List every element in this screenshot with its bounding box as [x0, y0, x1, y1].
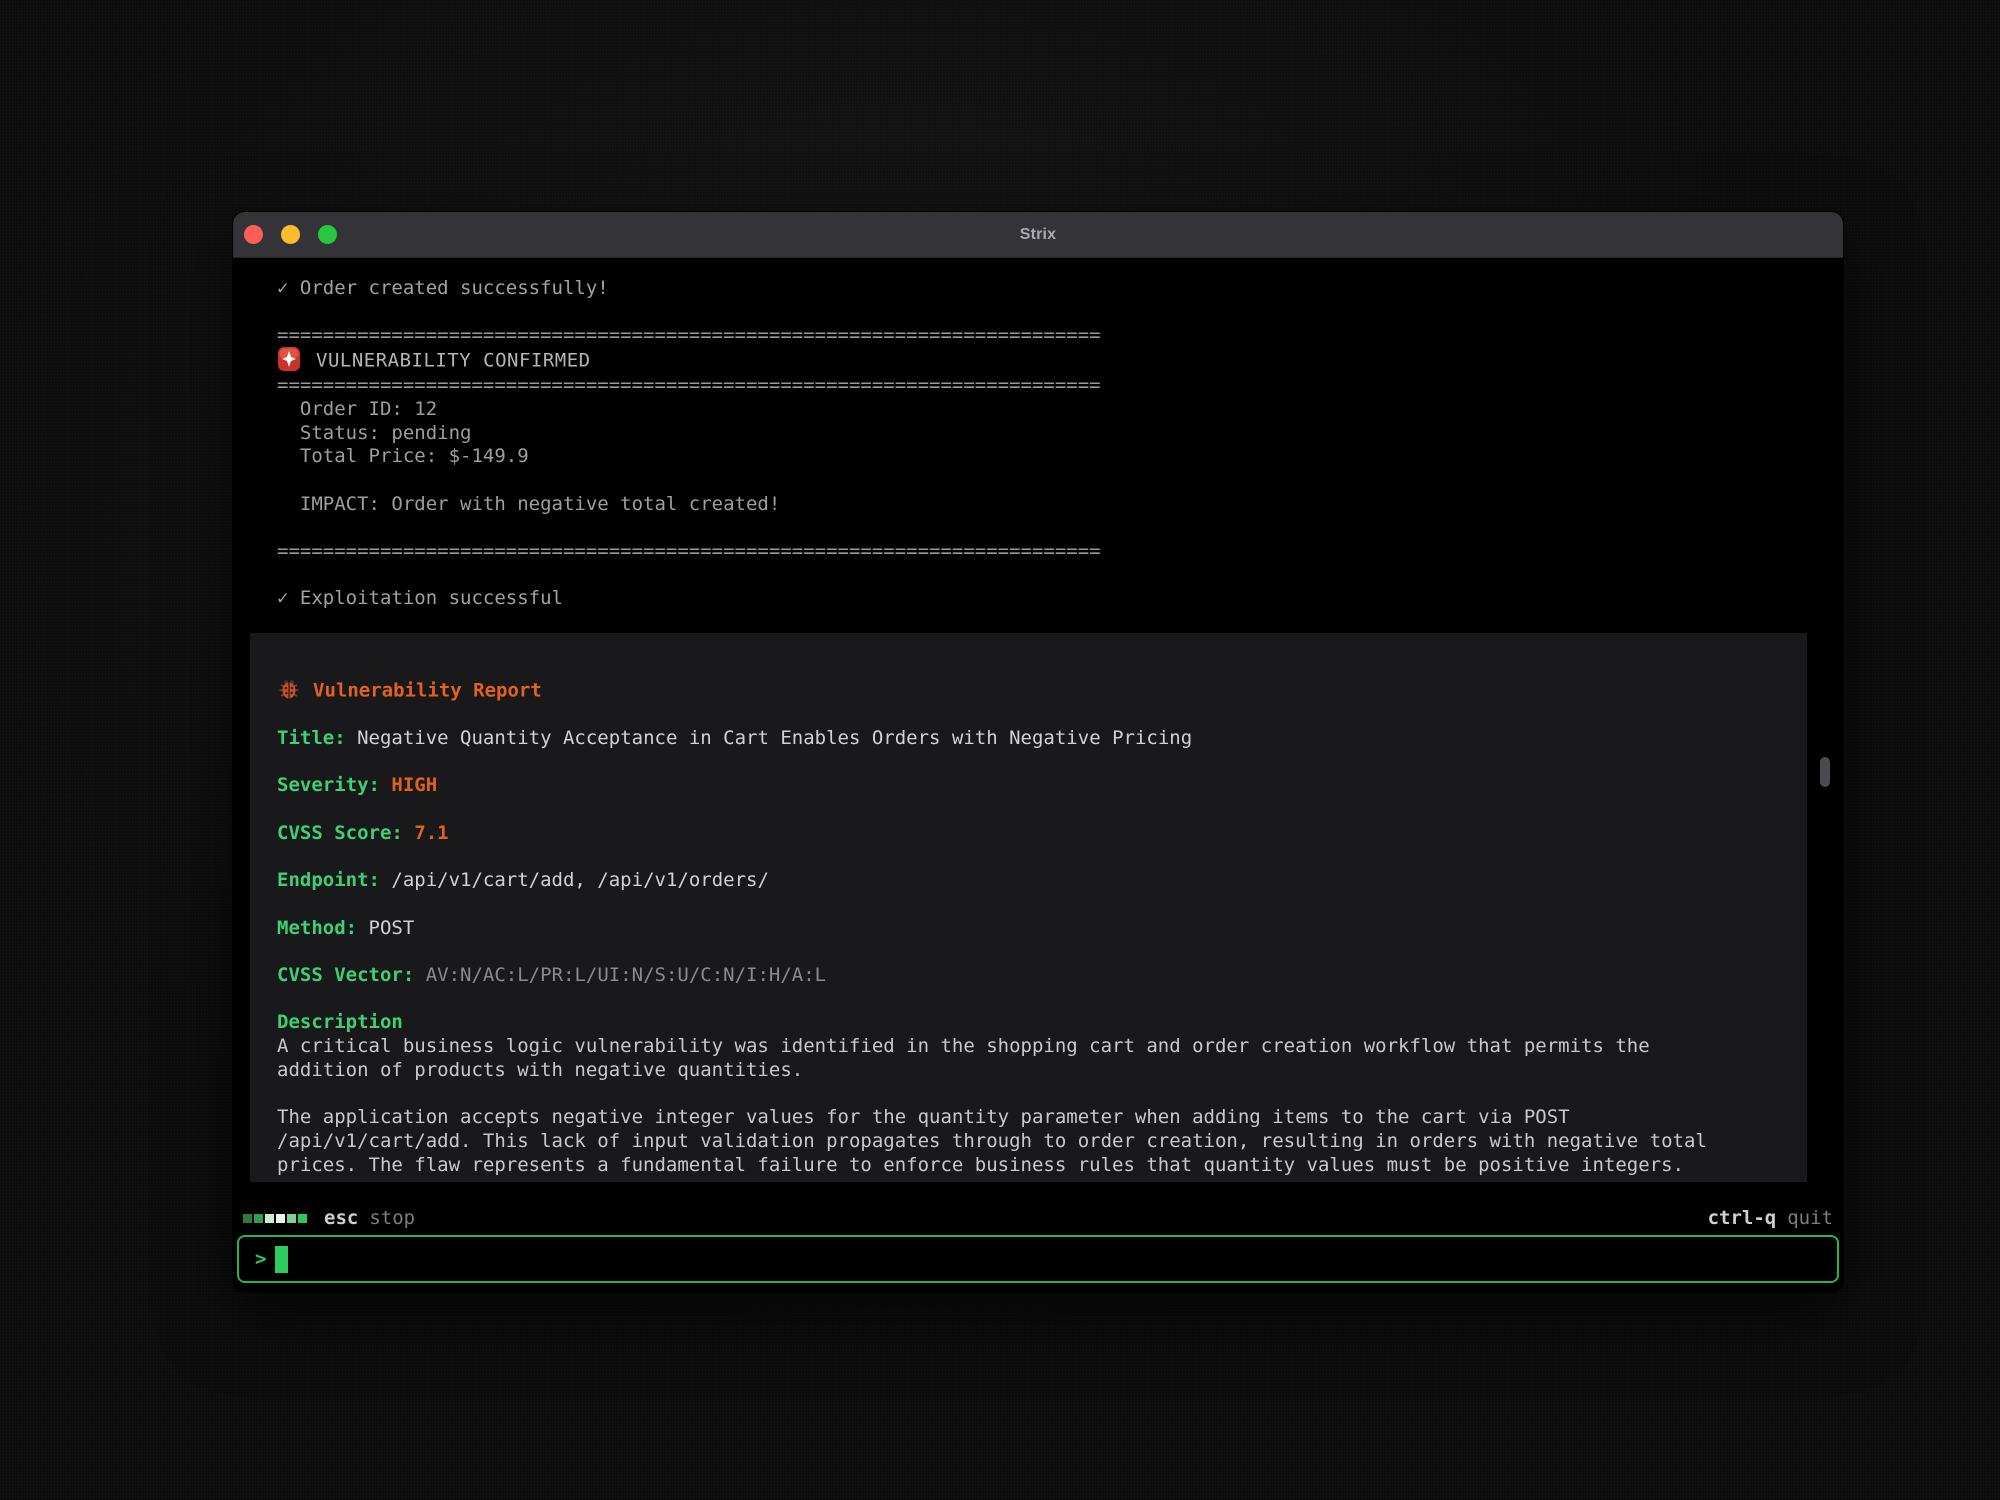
traffic-lights	[244, 225, 337, 244]
log-total-price: Total Price: $-149.9	[277, 445, 1843, 469]
zoom-button[interactable]	[318, 225, 337, 244]
spinner-block	[287, 1214, 296, 1223]
bug-icon	[277, 677, 301, 701]
spinner-block	[243, 1214, 252, 1223]
log-exploitation: ✓ Exploitation successful	[277, 587, 1843, 611]
vulnerability-report-panel: Vulnerability Report Title: Negative Qua…	[250, 633, 1807, 1182]
close-button[interactable]	[244, 225, 263, 244]
report-cvss-vector-row: CVSS Vector: AV:N/AC:L/PR:L/UI:N/S:U/C:N…	[277, 964, 1787, 988]
spinner-block	[298, 1214, 307, 1223]
report-severity-row: Severity: HIGH	[277, 774, 1787, 798]
prompt-symbol: >	[255, 1248, 266, 1270]
log-status: Status: pending	[277, 422, 1843, 446]
log-order-id: Order ID: 12	[277, 398, 1843, 422]
description-text: A critical business logic vulnerability …	[277, 1035, 1787, 1059]
report-title-row: Title: Negative Quantity Acceptance in C…	[277, 727, 1787, 751]
log-order-success: ✓ Order created successfully!	[277, 277, 1843, 301]
quit-key-hint: ctrl-q	[1708, 1207, 1777, 1229]
esc-key-hint: esc	[324, 1207, 358, 1229]
description-text: prices. The flaw represents a fundamenta…	[277, 1154, 1787, 1178]
spinner-block	[265, 1214, 274, 1223]
severity-badge: HIGH	[391, 774, 437, 796]
report-method-row: Method: POST	[277, 917, 1787, 941]
separator-line: ========================================…	[277, 324, 1843, 348]
spinner-block	[276, 1214, 285, 1223]
separator-line: ========================================…	[277, 374, 1843, 398]
description-text: /api/v1/cart/add. This lack of input val…	[277, 1130, 1787, 1154]
activity-spinner	[243, 1214, 307, 1223]
log-vuln-confirmed: VULNERABILITY CONFIRMED	[277, 348, 1843, 374]
description-text: The application accepts negative integer…	[277, 1106, 1787, 1130]
status-bar: esc stop ctrl-q quit	[233, 1204, 1843, 1232]
cvss-score-value: 7.1	[414, 822, 448, 844]
report-cvss-score-row: CVSS Score: 7.1	[277, 822, 1787, 846]
report-endpoint-row: Endpoint: /api/v1/cart/add, /api/v1/orde…	[277, 869, 1787, 893]
siren-icon	[277, 346, 301, 372]
scrollbar-thumb[interactable]	[1820, 757, 1830, 787]
report-description-header: Description	[277, 1011, 1787, 1035]
window-title: Strix	[1020, 226, 1057, 244]
separator-line: ========================================…	[277, 540, 1843, 564]
log-section: ✓ Order created successfully! ==========…	[233, 258, 1843, 611]
command-input[interactable]: >	[237, 1235, 1839, 1283]
log-impact: IMPACT: Order with negative total create…	[277, 493, 1843, 517]
quit-action-label: quit	[1787, 1207, 1833, 1229]
minimize-button[interactable]	[281, 225, 300, 244]
report-header: Vulnerability Report	[277, 679, 1787, 703]
description-text: addition of products with negative quant…	[277, 1059, 1787, 1083]
esc-action-label: stop	[369, 1207, 415, 1229]
terminal-window: Strix ✓ Order created successfully! ====…	[233, 212, 1843, 1292]
spinner-block	[254, 1214, 263, 1223]
text-cursor	[275, 1246, 288, 1273]
window-titlebar[interactable]: Strix	[233, 212, 1843, 258]
terminal-output: ✓ Order created successfully! ==========…	[233, 258, 1843, 1182]
